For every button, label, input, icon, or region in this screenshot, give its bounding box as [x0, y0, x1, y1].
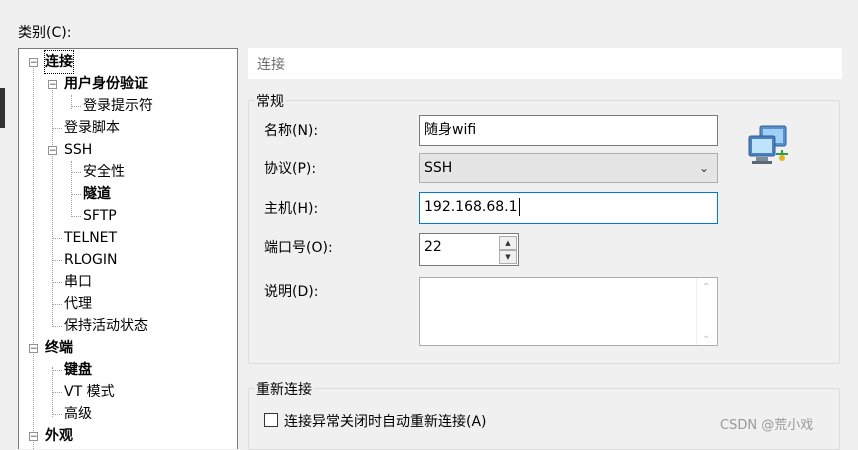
host-value: 192.168.68.1 [424, 199, 518, 215]
category-tree[interactable]: − 连接 − 用户身份验证 登录提示符 登录脚本 − SSH 安全性 隧道 SF… [18, 48, 238, 449]
tree-line [71, 172, 81, 173]
spin-up-icon[interactable]: ▲ [499, 236, 517, 250]
tree-item-sftp[interactable]: SFTP [83, 205, 117, 227]
page-title: 连接 [257, 57, 285, 73]
collapse-toggle-icon[interactable]: − [48, 80, 57, 90]
tree-item-keyboard[interactable]: 键盘 [64, 359, 92, 381]
port-label: 端口号(O): [264, 240, 333, 256]
tree-item-serial[interactable]: 串口 [64, 271, 92, 293]
tree-line [52, 370, 62, 371]
tree-line [52, 326, 62, 327]
tree-item-login-prompt[interactable]: 登录提示符 [83, 95, 153, 117]
tree-line [52, 282, 62, 283]
tree-line [52, 85, 53, 147]
tree-item-keepalive[interactable]: 保持活动状态 [64, 315, 148, 337]
watermark: CSDN @荒小戏 [720, 418, 814, 433]
tree-item-appearance[interactable]: 外观 [45, 425, 73, 447]
tree-item-login-script[interactable]: 登录脚本 [64, 117, 120, 139]
description-scrollbar[interactable]: ⌃ ⌄ [696, 278, 717, 345]
tree-line [52, 151, 53, 327]
tree-line [71, 106, 81, 107]
tree-item-security[interactable]: 安全性 [83, 161, 125, 183]
chevron-down-icon: ⌄ [698, 161, 709, 175]
spin-down-icon[interactable]: ▼ [499, 250, 517, 264]
tree-line [52, 260, 62, 261]
tree-item-tunnel[interactable]: 隧道 [83, 183, 111, 205]
tree-item-user-auth[interactable]: 用户身份验证 [64, 73, 148, 95]
general-group-title: 常规 [254, 91, 286, 111]
top-strip: — [0, 0, 858, 10]
tree-line [33, 63, 34, 349]
tree-line [71, 161, 72, 215]
auto-reconnect-checkbox[interactable] [264, 413, 278, 427]
collapse-toggle-icon[interactable]: − [48, 146, 57, 156]
tree-line [52, 392, 62, 393]
network-computers-icon [746, 124, 792, 166]
tree-line [71, 216, 81, 217]
protocol-label: 协议(P): [264, 161, 317, 177]
tree-line [71, 194, 81, 195]
tree-line [52, 414, 62, 415]
text-caret [518, 198, 520, 216]
tree-item-ssh[interactable]: SSH [64, 139, 92, 161]
name-label: 名称(N): [264, 123, 319, 139]
scroll-up-icon[interactable]: ⌃ [702, 282, 710, 293]
host-field[interactable]: 192.168.68.1 [419, 192, 718, 224]
page-header: 连接 [248, 48, 842, 79]
tree-item-proxy[interactable]: 代理 [64, 293, 92, 315]
reconnect-group-title: 重新连接 [254, 379, 314, 399]
tree-item-rlogin[interactable]: RLOGIN [64, 249, 118, 271]
tree-line [52, 304, 62, 305]
tree-line [52, 128, 62, 129]
tree-item-connection[interactable]: 连接 [44, 50, 74, 74]
tree-item-advanced[interactable]: 高级 [64, 403, 92, 425]
top-fragment: — [20, 0, 33, 7]
collapse-toggle-icon[interactable]: − [29, 58, 38, 68]
port-value: 22 [424, 239, 442, 255]
collapse-toggle-icon[interactable]: − [29, 432, 38, 442]
tree-item-telnet[interactable]: TELNET [64, 227, 117, 249]
protocol-value: SSH [424, 160, 453, 176]
port-stepper[interactable]: 22 ▲ ▼ [419, 233, 519, 266]
collapse-toggle-icon[interactable]: − [29, 344, 38, 354]
description-label: 说明(D): [264, 284, 319, 300]
name-field[interactable]: 随身wifi [419, 115, 718, 146]
host-label: 主机(H): [264, 201, 319, 217]
window-edge [0, 88, 5, 128]
tree-item-vt-mode[interactable]: VT 模式 [64, 381, 115, 403]
category-label: 类别(C): [18, 25, 72, 41]
protocol-select[interactable]: SSH ⌄ [419, 153, 718, 183]
tree-line [52, 238, 62, 239]
scroll-down-icon[interactable]: ⌄ [702, 330, 710, 341]
description-field[interactable]: ⌃ ⌄ [419, 277, 718, 346]
tree-item-terminal[interactable]: 终端 [45, 337, 73, 359]
auto-reconnect-label[interactable]: 连接异常关闭时自动重新连接(A) [284, 411, 487, 431]
